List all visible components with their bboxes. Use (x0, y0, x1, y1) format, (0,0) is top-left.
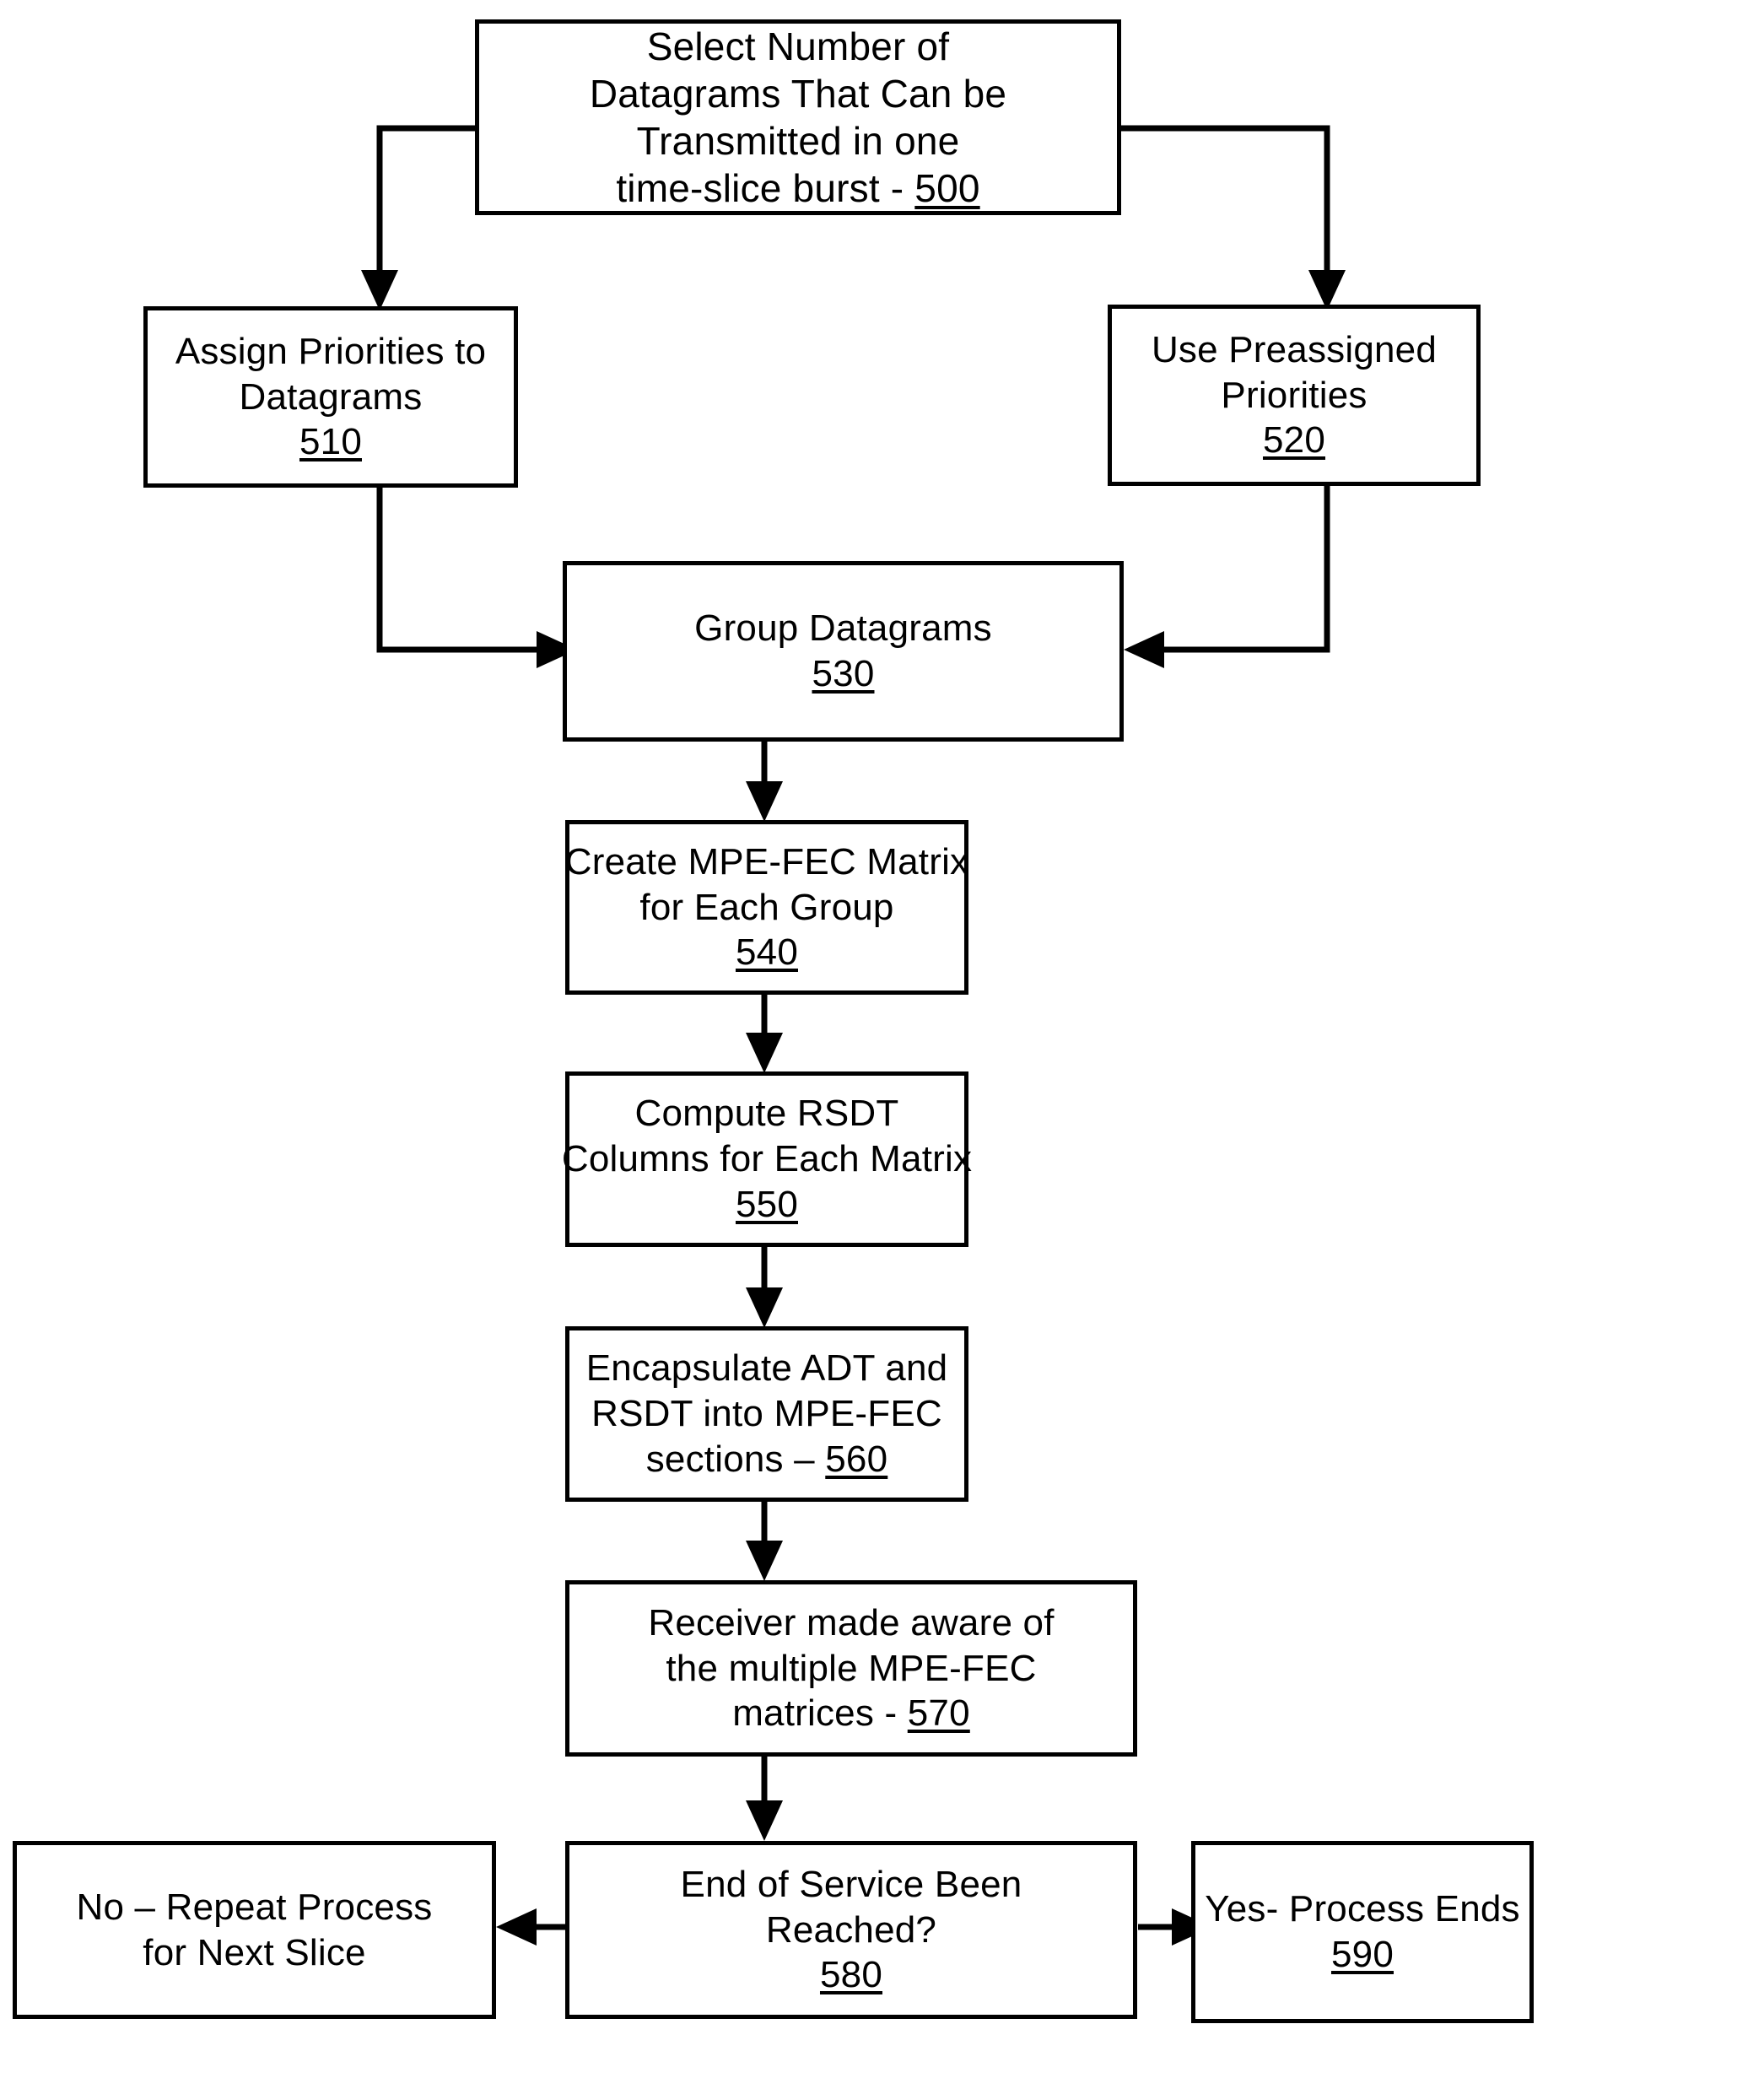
node-530-ref: 530 (812, 653, 875, 694)
edge-530-to-540 (746, 741, 783, 822)
node-560-line-3-text: sections – (645, 1438, 826, 1480)
node-560-line-3: sections – 560 (646, 1437, 888, 1482)
node-520-line-2: Priorities (1221, 374, 1368, 416)
node-group-datagrams-530[interactable]: Group Datagrams 530 (563, 561, 1124, 742)
node-create-mpe-fec-matrix-540[interactable]: Create MPE-FEC Matrix for Each Group 540 (565, 820, 968, 995)
edge-580-to-no (496, 1908, 567, 1946)
node-530-line-1: Group Datagrams (694, 607, 992, 650)
node-560-ref: 560 (825, 1438, 888, 1480)
edge-570-to-580 (746, 1757, 783, 1841)
edge-520-to-530 (1124, 486, 1330, 668)
edge-550-to-560 (746, 1247, 783, 1328)
node-570-line-1: Receiver made aware of (648, 1601, 1055, 1644)
node-590-line-1: Yes- Process Ends (1205, 1888, 1520, 1930)
node-570-line-3: matrices - 570 (732, 1691, 970, 1736)
node-560-line-2: RSDT into MPE-FEC (591, 1393, 942, 1435)
edge-510-to-530 (376, 488, 577, 668)
node-560-line-1: Encapsulate ADT and (585, 1347, 948, 1390)
node-540-ref: 540 (735, 931, 798, 974)
node-580-line-2: Reached? (765, 1908, 937, 1951)
node-580-ref: 580 (819, 1954, 882, 1996)
node-yes-process-ends-590[interactable]: Yes- Process Ends 590 (1191, 1841, 1534, 2023)
node-500-ref: 500 (914, 166, 980, 211)
node-540-line-1: Create MPE-FEC Matrix (564, 840, 969, 882)
node-540-line-2: for Each Group (639, 886, 894, 928)
edge-540-to-550 (746, 994, 783, 1073)
node-encapsulate-adt-rsdt-560[interactable]: Encapsulate ADT and RSDT into MPE-FEC se… (565, 1326, 968, 1502)
node-500-line-3: Transmitted in one (636, 119, 960, 163)
node-510-line-1: Assign Priorities to (175, 330, 487, 372)
node-550-line-1: Compute RSDT (634, 1093, 899, 1135)
node-570-line-3-text: matrices - (732, 1692, 908, 1735)
node-570-line-2: the multiple MPE-FEC (666, 1647, 1037, 1689)
node-no-repeat-process[interactable]: No – Repeat Process for Next Slice (13, 1841, 496, 2019)
node-end-of-service-decision-580[interactable]: End of Service Been Reached? 580 (565, 1841, 1137, 2019)
node-500-line-1: Select Number of (646, 24, 950, 68)
node-receiver-made-aware-570[interactable]: Receiver made aware of the multiple MPE-… (565, 1580, 1137, 1757)
node-580-line-1: End of Service Been (680, 1863, 1022, 1905)
node-550-ref: 550 (735, 1183, 798, 1225)
node-use-preassigned-priorities-520[interactable]: Use Preassigned Priorities 520 (1108, 305, 1481, 486)
flowchart-canvas: Select Number of Datagrams That Can be T… (0, 0, 1764, 2078)
edge-560-to-570 (746, 1502, 783, 1581)
node-no-line-2: for Next Slice (143, 1931, 366, 1973)
node-520-line-1: Use Preassigned (1151, 328, 1438, 370)
node-550-line-2: Columns for Each Matrix (561, 1138, 973, 1180)
node-compute-rsdt-columns-550[interactable]: Compute RSDT Columns for Each Matrix 550 (562, 1071, 972, 1247)
node-no-line-1: No – Repeat Process (76, 1886, 433, 1928)
node-select-number-of-datagrams-500[interactable]: Select Number of Datagrams That Can be T… (475, 19, 1121, 215)
node-500-line-4: time-slice burst - 500 (616, 165, 979, 212)
node-510-line-2: Datagrams (239, 375, 423, 418)
node-500-line-2: Datagrams That Can be (589, 71, 1007, 116)
node-520-ref: 520 (1262, 419, 1325, 461)
edge-500-to-510 (361, 125, 475, 310)
node-500-line-4-text: time-slice burst - (616, 166, 915, 211)
node-570-ref: 570 (907, 1692, 970, 1735)
node-assign-priorities-510[interactable]: Assign Priorities to Datagrams 510 (143, 306, 518, 488)
node-590-ref: 590 (1330, 1934, 1394, 1975)
node-510-ref: 510 (299, 421, 362, 463)
edge-500-to-520 (1121, 125, 1346, 310)
